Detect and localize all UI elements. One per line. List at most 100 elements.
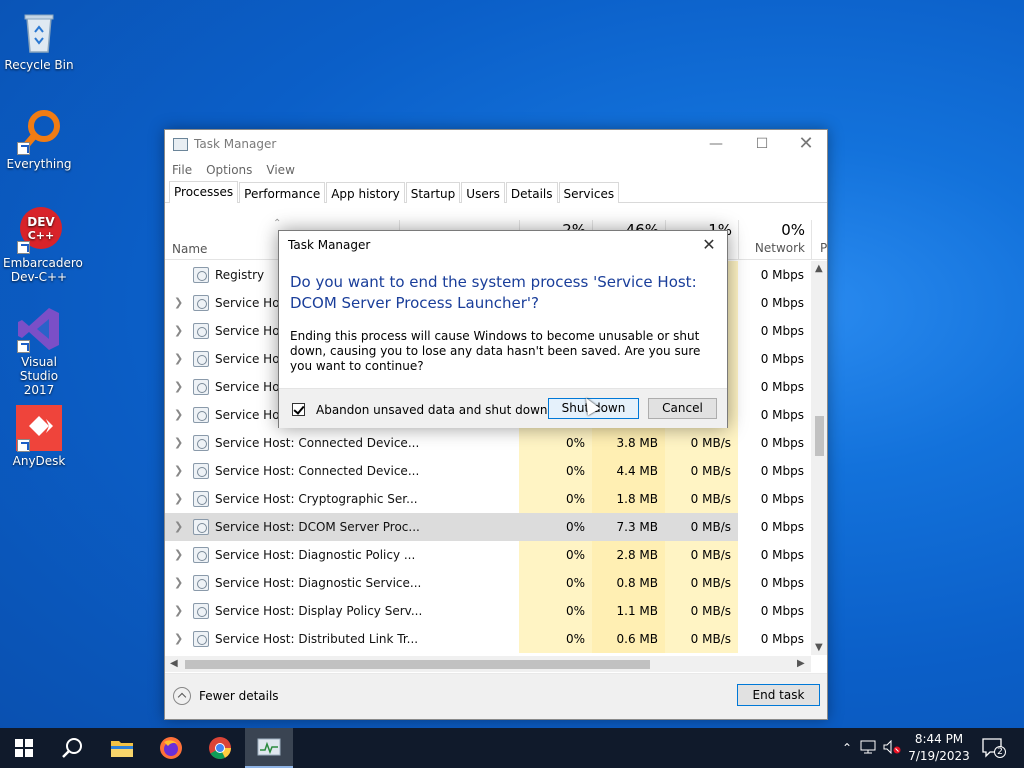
- process-icon: [193, 463, 209, 479]
- chevron-up-icon: [173, 687, 191, 705]
- abandon-data-label[interactable]: Abandon unsaved data and shut down.: [316, 403, 551, 417]
- network-icon[interactable]: [856, 740, 880, 757]
- network-cell: 0 Mbps: [738, 457, 810, 485]
- disk-cell: 0 MB/s: [665, 513, 738, 541]
- shortcut-arrow-icon: [17, 142, 30, 155]
- column-network[interactable]: 0% Network: [738, 220, 811, 260]
- fewer-details-label: Fewer details: [199, 689, 279, 703]
- scroll-up-icon[interactable]: ▲: [815, 263, 823, 274]
- expand-chevron-icon[interactable]: ❯: [174, 576, 183, 589]
- scroll-left-icon[interactable]: ◀: [170, 658, 178, 669]
- tab-users[interactable]: Users: [461, 182, 505, 203]
- memory-cell: 3.8 MB: [592, 429, 665, 457]
- file-explorer-button[interactable]: [98, 728, 146, 768]
- expand-chevron-icon[interactable]: ❯: [174, 492, 183, 505]
- horizontal-scrollbar[interactable]: ◀ ▶: [165, 656, 811, 672]
- process-icon: [193, 603, 209, 619]
- system-clock[interactable]: 8:44 PM 7/19/2023: [904, 731, 974, 765]
- expand-chevron-icon[interactable]: ❯: [174, 464, 183, 477]
- scroll-thumb[interactable]: [185, 660, 650, 669]
- desktop-icon-label: AnyDesk: [12, 454, 66, 468]
- search-icon: [62, 738, 82, 758]
- close-button[interactable]: ✕: [783, 130, 829, 159]
- taskbar: ⌃ 8:44 PM 7/19/2023 2: [0, 728, 1024, 768]
- menu-view[interactable]: View: [266, 163, 294, 177]
- tab-performance[interactable]: Performance: [239, 182, 326, 203]
- cpu-cell: 0%: [519, 625, 592, 653]
- process-row[interactable]: ❯ Service Host: Connected Device... 0% 3.8 …: [165, 429, 810, 457]
- process-name: Service Host: Distributed Link Tr...: [215, 632, 419, 646]
- maximize-button[interactable]: ☐: [739, 130, 785, 159]
- process-icon: [193, 267, 209, 283]
- show-hidden-icons-chevron-icon[interactable]: ⌃: [838, 741, 856, 755]
- notification-count-badge: 2: [994, 746, 1006, 758]
- firefox-button[interactable]: [147, 728, 195, 768]
- desktop-icon-everything[interactable]: Everything: [0, 107, 78, 171]
- process-row[interactable]: ❯ Service Host: Display Policy Serv... 0% 1…: [165, 597, 810, 625]
- expand-chevron-icon[interactable]: ❯: [174, 632, 183, 645]
- scroll-right-icon[interactable]: ▶: [797, 658, 805, 669]
- desktop-icon-devcpp[interactable]: DEV C++ Embarcadero Dev-C++: [0, 206, 83, 284]
- scroll-down-icon[interactable]: ▼: [815, 642, 823, 653]
- process-icon: [193, 295, 209, 311]
- clock-date: 7/19/2023: [908, 749, 970, 763]
- abandon-data-checkbox[interactable]: [292, 403, 305, 416]
- task-manager-taskbar-button[interactable]: [245, 728, 293, 768]
- expand-chevron-icon[interactable]: ❯: [174, 324, 183, 337]
- window-title: Task Manager: [194, 137, 277, 151]
- process-row[interactable]: ❯ Service Host: Distributed Link Tr... 0% 0…: [165, 625, 810, 653]
- desktop-icon-label: Everything: [6, 157, 72, 171]
- expand-chevron-icon[interactable]: ❯: [174, 520, 183, 533]
- expand-chevron-icon[interactable]: ❯: [174, 352, 183, 365]
- search-button[interactable]: [48, 728, 96, 768]
- vertical-scrollbar[interactable]: ▲ ▼: [811, 261, 827, 655]
- dialog-close-icon[interactable]: ✕: [697, 235, 721, 257]
- expand-chevron-icon[interactable]: ❯: [174, 604, 183, 617]
- cpu-cell: 0%: [519, 429, 592, 457]
- menu-file[interactable]: File: [172, 163, 192, 177]
- desktop-icon-label: Visual Studio 2017: [19, 355, 59, 397]
- expand-chevron-icon[interactable]: ❯: [174, 548, 183, 561]
- tab-services[interactable]: Services: [558, 182, 620, 203]
- task-manager-icon: [173, 138, 188, 151]
- menu-options[interactable]: Options: [206, 163, 252, 177]
- column-power[interactable]: P: [811, 220, 827, 260]
- volume-muted-icon[interactable]: [880, 739, 904, 757]
- tab-startup[interactable]: Startup: [405, 182, 461, 203]
- expand-chevron-icon[interactable]: ❯: [174, 436, 183, 449]
- tab-app-history[interactable]: App history: [326, 182, 405, 203]
- minimize-button[interactable]: —: [693, 130, 739, 159]
- cancel-button[interactable]: Cancel: [648, 398, 717, 419]
- process-row[interactable]: ❯ Service Host: Connected Device... 0% 4.4 …: [165, 457, 810, 485]
- expand-chevron-icon[interactable]: ❯: [174, 408, 183, 421]
- title-bar[interactable]: Task Manager — ☐ ✕: [165, 130, 827, 159]
- process-row[interactable]: ❯ Service Host: DCOM Server Proc... 0% 7.3 …: [165, 513, 810, 541]
- notification-center-button[interactable]: 2: [982, 738, 1006, 758]
- fewer-details-button[interactable]: Fewer details: [173, 687, 279, 705]
- network-cell: 0 Mbps: [738, 317, 810, 345]
- end-task-button[interactable]: End task: [737, 684, 820, 706]
- process-row[interactable]: ❯ Service Host: Cryptographic Ser... 0% 1.8…: [165, 485, 810, 513]
- dialog-title: Task Manager: [288, 238, 371, 252]
- network-cell: 0 Mbps: [738, 625, 810, 653]
- chrome-button[interactable]: [196, 728, 244, 768]
- desktop-icon-recycle-bin[interactable]: Recycle Bin: [0, 8, 78, 72]
- expand-chevron-icon[interactable]: ❯: [174, 296, 183, 309]
- process-row[interactable]: ❯ Service Host: Diagnostic Service... 0% 0.…: [165, 569, 810, 597]
- dialog-message: Ending this process will cause Windows t…: [290, 329, 701, 373]
- process-row[interactable]: ❯ Service Host: Diagnostic Policy ... 0% 2.…: [165, 541, 810, 569]
- tab-processes[interactable]: Processes: [169, 181, 239, 203]
- network-cell: 0 Mbps: [738, 597, 810, 625]
- network-cell: 0 Mbps: [738, 261, 810, 289]
- start-button[interactable]: [0, 728, 48, 768]
- tab-details[interactable]: Details: [505, 182, 558, 203]
- scroll-thumb[interactable]: [815, 416, 824, 456]
- network-cell: 0 Mbps: [738, 569, 810, 597]
- network-cell: 0 Mbps: [738, 541, 810, 569]
- tab-strip: Processes Performance App history Startu…: [165, 181, 827, 203]
- network-cell: 0 Mbps: [738, 289, 810, 317]
- column-name[interactable]: Name: [172, 242, 207, 256]
- desktop-icon-visual-studio[interactable]: Visual Studio 2017: [0, 305, 78, 397]
- desktop-icon-anydesk[interactable]: AnyDesk: [0, 404, 78, 468]
- expand-chevron-icon[interactable]: ❯: [174, 380, 183, 393]
